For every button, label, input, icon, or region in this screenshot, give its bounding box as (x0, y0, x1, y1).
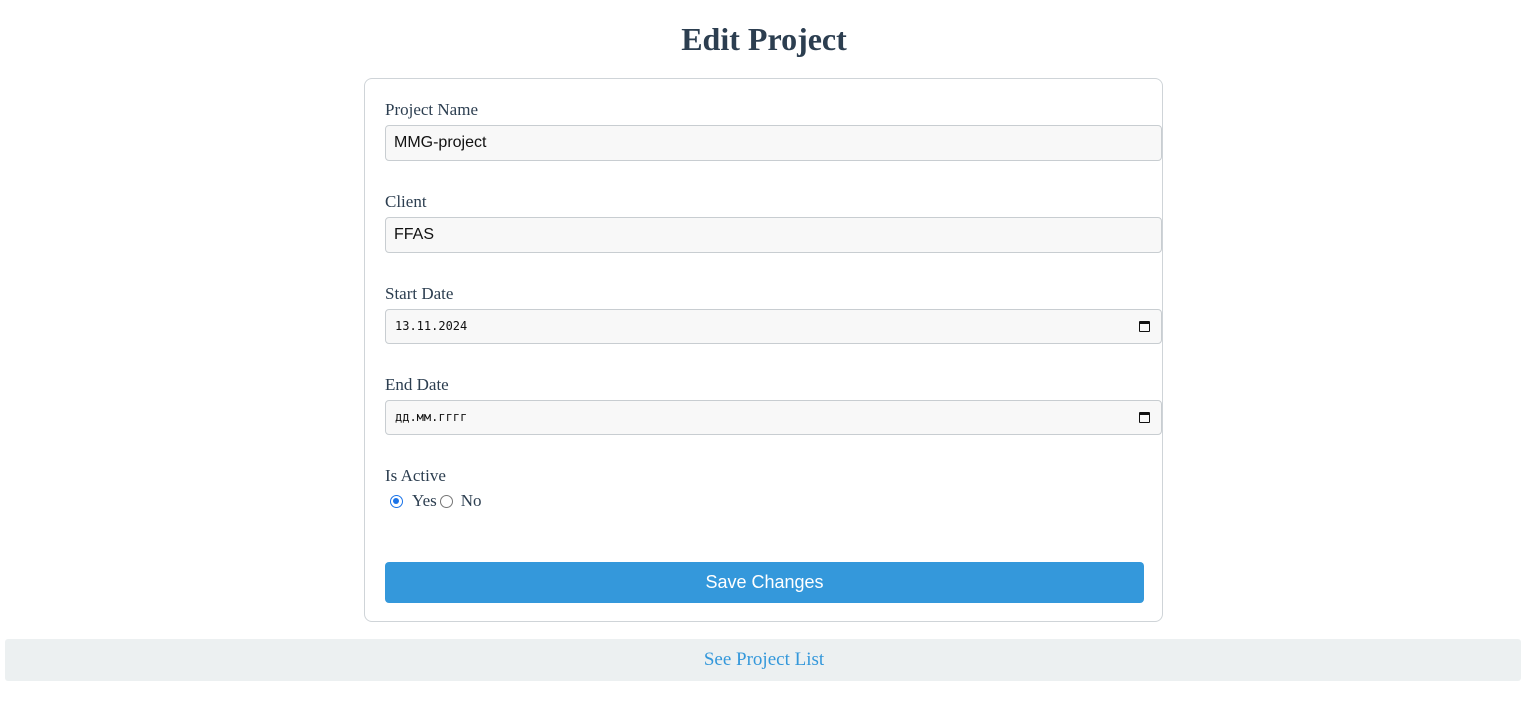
is-active-no-label[interactable]: No (461, 490, 482, 512)
is-active-no-radio[interactable] (439, 494, 453, 508)
project-name-value: MMG-project (394, 134, 487, 151)
project-name-input[interactable]: MMG-project (385, 125, 1162, 161)
end-date-label: End Date (385, 375, 449, 394)
is-active-yes-radio[interactable] (390, 494, 403, 508)
calendar-icon[interactable] (1139, 321, 1150, 332)
start-date-label: Start Date (385, 284, 454, 303)
save-changes-button[interactable]: Save Changes (385, 562, 1144, 603)
start-date-value: 13.11.2024 (395, 319, 468, 333)
calendar-icon[interactable] (1139, 412, 1150, 423)
end-date-value: дд.мм.гггг (395, 410, 468, 424)
is-active-yes-label[interactable]: Yes (412, 490, 437, 512)
end-date-input[interactable]: дд.мм.гггг (385, 400, 1162, 435)
project-name-label: Project Name (385, 100, 478, 119)
edit-project-form: Project Name MMG-project Client FFAS Sta… (364, 78, 1163, 622)
client-input[interactable]: FFAS (385, 217, 1162, 253)
client-value: FFAS (394, 226, 435, 243)
is-active-label: Is Active (385, 466, 446, 485)
see-project-list-link[interactable]: See Project List (704, 639, 824, 681)
client-label: Client (385, 192, 427, 211)
footer-bar: See Project List (5, 639, 1521, 681)
page-title: Edit Project (681, 21, 847, 57)
start-date-input[interactable]: 13.11.2024 (385, 309, 1162, 344)
is-active-radio-group: Yes No (385, 490, 482, 512)
